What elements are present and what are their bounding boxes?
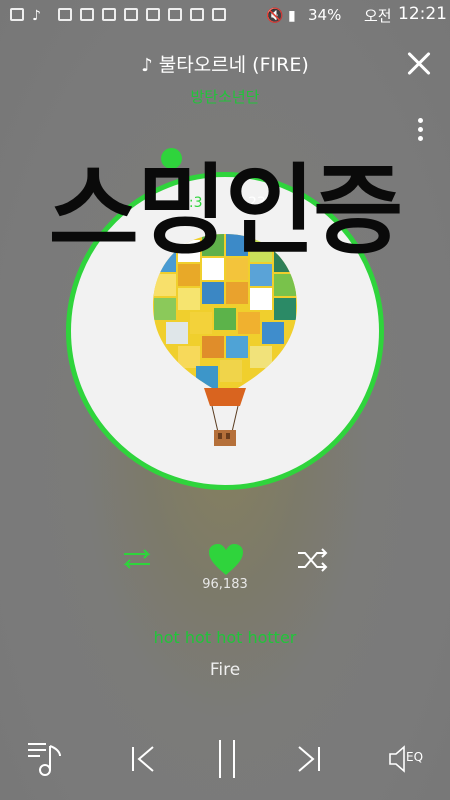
mute-icon: 🔇 [266,8,284,24]
pause-icon [219,740,235,778]
app-icon [212,8,226,21]
song-title: 불타오르네 (FIRE) [158,54,309,76]
audio-quality-icon: ♪ [141,55,153,76]
previous-icon [132,746,154,772]
previous-button[interactable] [128,744,158,774]
app-icon [190,8,204,21]
playlist-icon [28,743,61,776]
clock: 12:21 [398,4,447,24]
repeat-button[interactable] [120,548,154,570]
song-title-row: ♪ 불타오르네 (FIRE) [0,50,450,77]
signal-icon: ▮ [288,8,296,24]
like-count: 96,183 [202,577,248,592]
shuffle-button[interactable] [296,548,330,572]
app-icon [124,8,138,21]
app-icon [146,8,160,21]
app-icon [102,8,116,21]
heart-icon [209,544,243,575]
artist-name[interactable]: 방탄소년단 [0,86,450,107]
repeat-icon [123,549,151,569]
status-bar: ♪ 🔇 ▮ 34% 오전 12:21 [0,0,450,32]
more-options-button[interactable] [414,116,426,146]
music-app-icon: ♪ [32,8,41,24]
battery-level: 34% [308,6,342,24]
next-icon [298,746,320,772]
shuffle-icon [298,548,328,572]
clock-ampm: 오전 [364,7,392,25]
lyric-current: hot hot hot hotter [153,628,297,647]
like-button[interactable] [208,543,244,577]
app-icon [168,8,182,21]
app-icon [80,8,94,21]
equalizer-button[interactable]: EQ [388,744,432,774]
playlist-button[interactable] [26,740,66,776]
overlay-caption: 스밍인증 [48,154,404,268]
close-button[interactable] [404,48,436,80]
image-icon [58,8,72,21]
eq-label: EQ [406,750,424,764]
pause-button[interactable] [212,738,242,780]
lyric-next: Fire [209,660,241,680]
next-button[interactable] [294,744,324,774]
message-icon [10,8,24,21]
